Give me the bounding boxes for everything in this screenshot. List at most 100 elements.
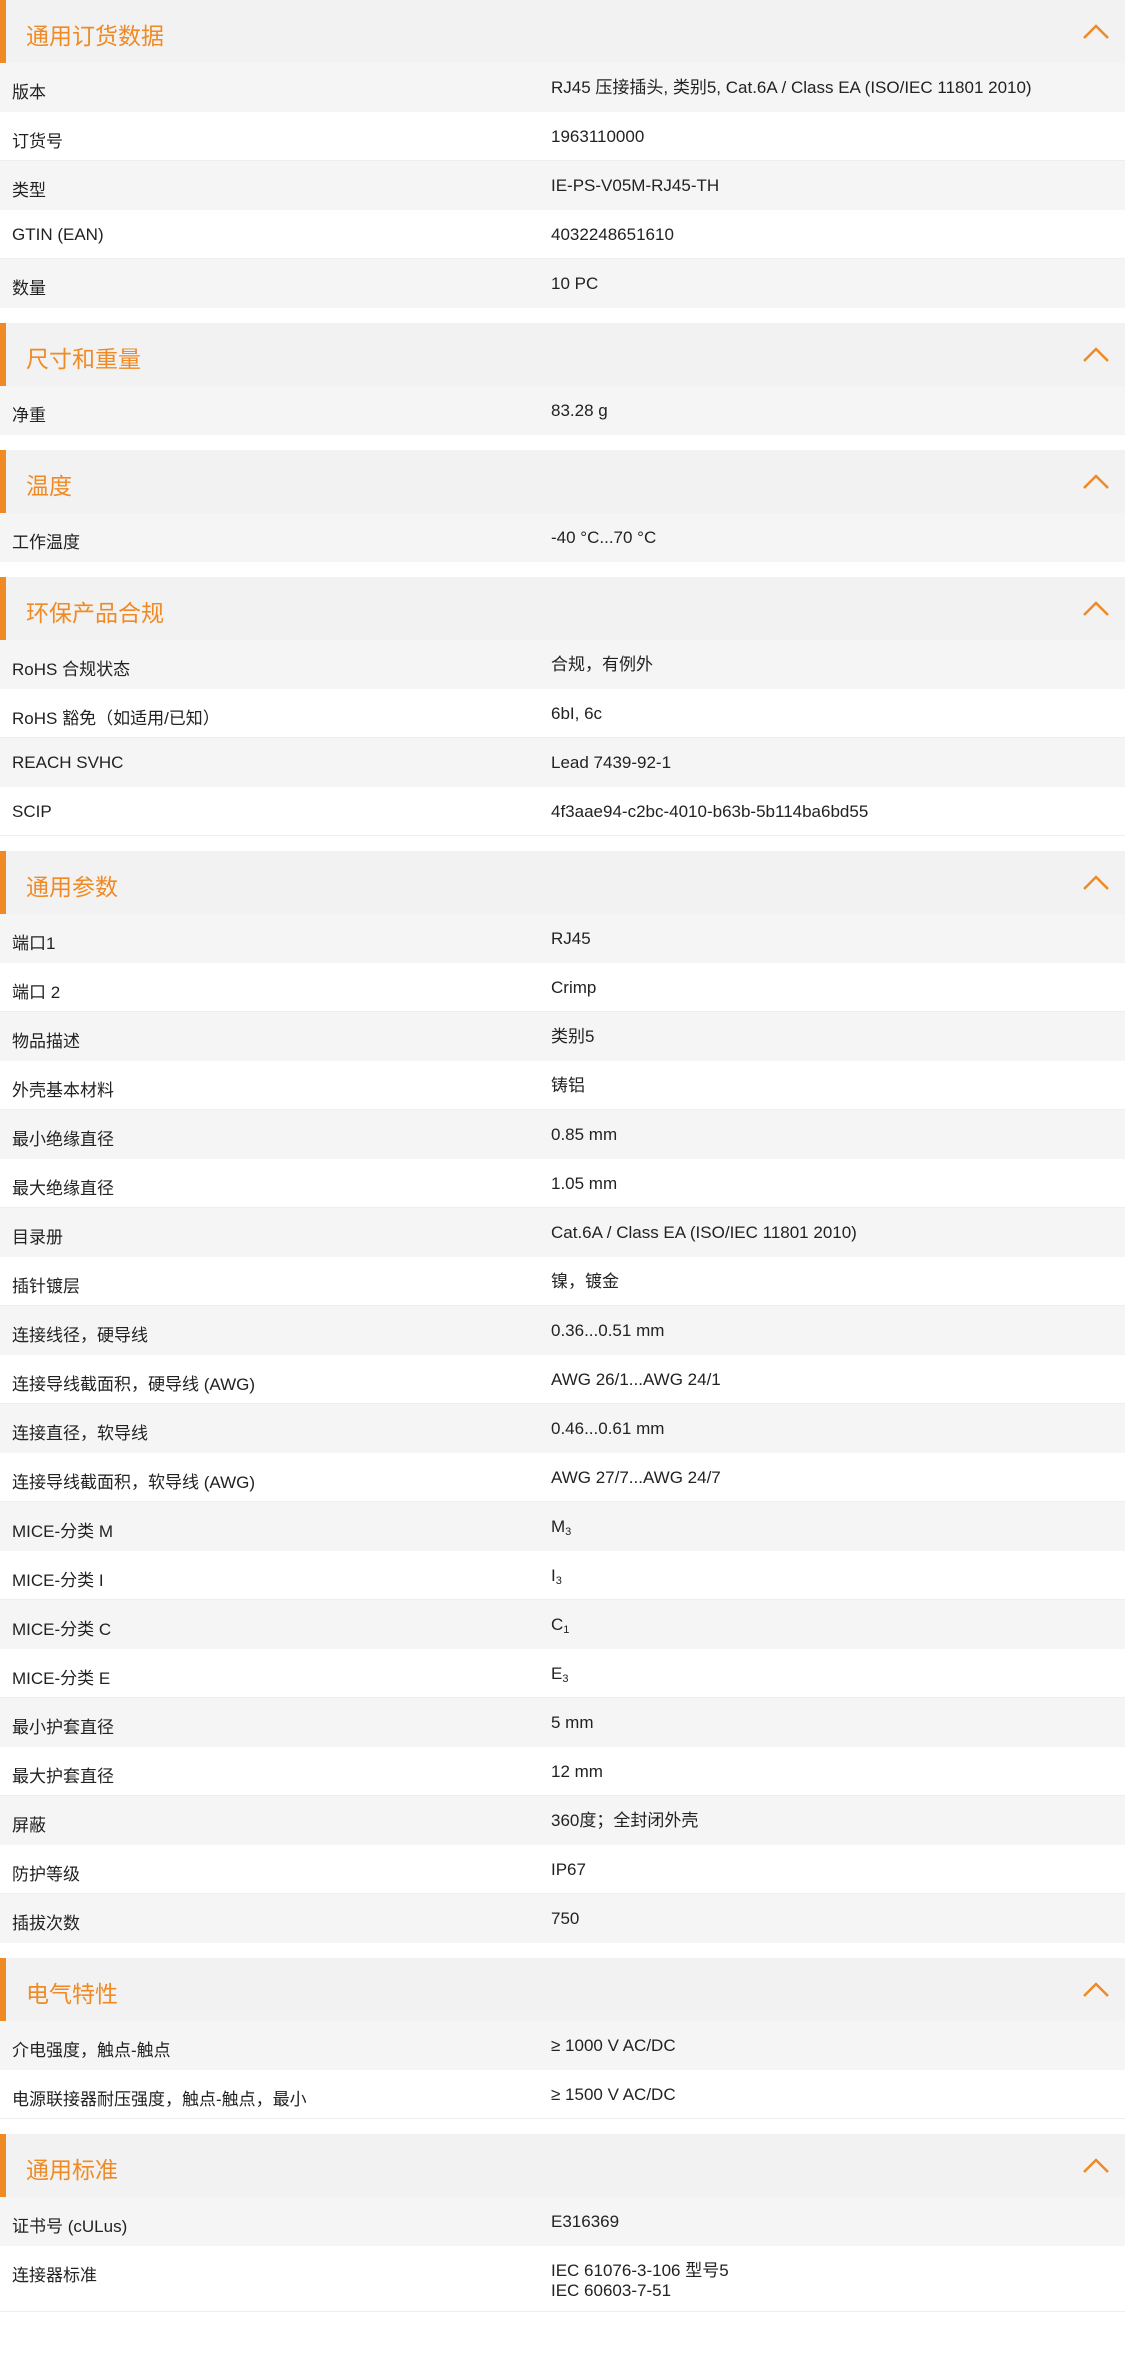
spec-label: GTIN (EAN) bbox=[12, 225, 104, 244]
spec-row: 证书号 (cULus) E316369 bbox=[0, 2197, 1125, 2246]
spec-value: I3 bbox=[551, 1566, 562, 1587]
spec-label: 介电强度，触点-触点 bbox=[12, 2041, 171, 2060]
spec-value: 类别5 bbox=[551, 1027, 595, 1046]
spec-value: IEC 61076-3-106 型号5 IEC 60603-7-51 bbox=[551, 2261, 729, 2301]
spec-label: 目录册 bbox=[12, 1228, 63, 1247]
spec-value-main: E bbox=[551, 1664, 563, 1683]
spec-label: 连接线径，硬导线 bbox=[12, 1326, 148, 1345]
spec-label: 屏蔽 bbox=[12, 1816, 46, 1835]
spec-row: 连接导线截面积，硬导线 (AWG) AWG 26/1...AWG 24/1 bbox=[0, 1355, 1125, 1404]
chevron-up-icon[interactable] bbox=[1081, 22, 1111, 42]
spec-row: 目录册 Cat.6A / Class EA (ISO/IEC 11801 2010… bbox=[0, 1208, 1125, 1257]
spec-value: 750 bbox=[551, 1909, 580, 1928]
spec-label: 净重 bbox=[12, 406, 46, 425]
spec-label: 电源联接器耐压强度，触点-触点，最小 bbox=[12, 2090, 307, 2109]
spec-label: MICE-分类 C bbox=[12, 1620, 112, 1639]
spec-value: 83.28 g bbox=[551, 401, 608, 420]
spec-label: RoHS 合规状态 bbox=[12, 660, 131, 679]
spec-row: 最小护套直径 5 mm bbox=[0, 1698, 1125, 1747]
section-header[interactable]: 通用标准 bbox=[0, 2134, 1125, 2197]
spec-row: GTIN (EAN) 4032248651610 bbox=[0, 210, 1125, 259]
spec-value: AWG 27/7...AWG 24/7 bbox=[551, 1468, 721, 1487]
spec-label: 证书号 (cULus) bbox=[12, 2217, 128, 2236]
section-header[interactable]: 通用订货数据 bbox=[0, 0, 1125, 63]
spec-row: REACH SVHC Lead 7439-92-1 bbox=[0, 738, 1125, 787]
spec-row: 物品描述 类别5 bbox=[0, 1012, 1125, 1061]
spec-value: Cat.6A / Class EA (ISO/IEC 11801 2010) bbox=[551, 1223, 857, 1242]
spec-row: 插针镀层 镍，镀金 bbox=[0, 1257, 1125, 1306]
spec-row: 电源联接器耐压强度，触点-触点，最小 ≥ 1500 V AC/DC bbox=[0, 2070, 1125, 2119]
spec-value-subscript: 3 bbox=[565, 1526, 572, 1538]
spec-value: M3 bbox=[551, 1517, 572, 1538]
spec-row: RoHS 合规状态 合规，有例外 bbox=[0, 640, 1125, 689]
spec-value-line: IEC 61076-3-106 型号5 bbox=[551, 2261, 729, 2280]
spec-row: 数量 10 PC bbox=[0, 259, 1125, 308]
spec-row: 外壳基本材料 铸铝 bbox=[0, 1061, 1125, 1110]
spec-value: 5 mm bbox=[551, 1713, 594, 1732]
spec-value: 12 mm bbox=[551, 1762, 603, 1781]
spec-label: 防护等级 bbox=[12, 1865, 80, 1884]
chevron-up-icon[interactable] bbox=[1081, 1980, 1111, 2000]
spec-value: 铸铝 bbox=[551, 1076, 585, 1095]
section-header[interactable]: 尺寸和重量 bbox=[0, 323, 1125, 386]
section-header[interactable]: 环保产品合规 bbox=[0, 577, 1125, 640]
section-title: 通用订货数据 bbox=[26, 23, 164, 49]
spec-value: ≥ 1000 V AC/DC bbox=[551, 2036, 676, 2055]
spec-label: 插拔次数 bbox=[12, 1914, 80, 1933]
spec-value: 0.36...0.51 mm bbox=[551, 1321, 665, 1340]
spec-value: C1 bbox=[551, 1615, 569, 1636]
spec-row: 最小绝缘直径 0.85 mm bbox=[0, 1110, 1125, 1159]
spec-label: 插针镀层 bbox=[12, 1277, 80, 1296]
chevron-up-icon[interactable] bbox=[1081, 599, 1111, 619]
spec-row: 净重 83.28 g bbox=[0, 386, 1125, 435]
section-title: 温度 bbox=[26, 473, 72, 499]
spec-label: 最大绝缘直径 bbox=[12, 1179, 114, 1198]
spec-row: MICE-分类 I I3 bbox=[0, 1551, 1125, 1600]
section-title: 环保产品合规 bbox=[26, 600, 164, 626]
spec-row: 类型 IE-PS-V05M-RJ45-TH bbox=[0, 161, 1125, 210]
spec-row: 端口 2 Crimp bbox=[0, 963, 1125, 1012]
section-header[interactable]: 温度 bbox=[0, 450, 1125, 513]
spec-row: 防护等级 IP67 bbox=[0, 1845, 1125, 1894]
chevron-up-icon[interactable] bbox=[1081, 873, 1111, 893]
spec-row: SCIP 4f3aae94-c2bc-4010-b63b-5b114ba6bd55 bbox=[0, 787, 1125, 836]
chevron-up-icon[interactable] bbox=[1081, 345, 1111, 365]
spec-value: RJ45 bbox=[551, 929, 591, 948]
spec-row: 订货号 1963110000 bbox=[0, 112, 1125, 161]
section-header[interactable]: 电气特性 bbox=[0, 1958, 1125, 2021]
spec-row: 介电强度，触点-触点 ≥ 1000 V AC/DC bbox=[0, 2021, 1125, 2070]
spec-value: 360度；全封闭外壳 bbox=[551, 1811, 699, 1830]
spec-value: E3 bbox=[551, 1664, 569, 1685]
chevron-up-icon[interactable] bbox=[1081, 2156, 1111, 2176]
spec-row: 连接线径，硬导线 0.36...0.51 mm bbox=[0, 1306, 1125, 1355]
spec-row: 最大绝缘直径 1.05 mm bbox=[0, 1159, 1125, 1208]
spec-label: 最小护套直径 bbox=[12, 1718, 114, 1737]
spec-value: 4f3aae94-c2bc-4010-b63b-5b114ba6bd55 bbox=[551, 802, 869, 821]
chevron-up-icon[interactable] bbox=[1081, 472, 1111, 492]
spec-value: 1963110000 bbox=[551, 127, 645, 146]
spec-label: 数量 bbox=[12, 279, 46, 298]
spec-value-main: M bbox=[551, 1517, 566, 1536]
spec-label: SCIP bbox=[12, 802, 52, 821]
spec-value: 4032248651610 bbox=[551, 225, 674, 244]
spec-label: 订货号 bbox=[12, 132, 63, 151]
spec-row: MICE-分类 C C1 bbox=[0, 1600, 1125, 1649]
spec-value-subscript: 3 bbox=[562, 1673, 569, 1685]
spec-label: 连接导线截面积，硬导线 (AWG) bbox=[12, 1375, 256, 1394]
spec-value: 1.05 mm bbox=[551, 1174, 618, 1193]
section-title: 电气特性 bbox=[26, 1981, 118, 2007]
spec-row: 工作温度 -40 °C...70 °C bbox=[0, 513, 1125, 562]
spec-value: ≥ 1500 V AC/DC bbox=[551, 2085, 676, 2104]
section-header[interactable]: 通用参数 bbox=[0, 851, 1125, 914]
spec-label: 端口 2 bbox=[12, 983, 61, 1002]
section-title: 通用参数 bbox=[26, 874, 118, 900]
spec-value-main: C bbox=[551, 1615, 564, 1634]
spec-label: 最小绝缘直径 bbox=[12, 1130, 114, 1149]
spec-label: 工作温度 bbox=[12, 533, 80, 552]
section-title: 尺寸和重量 bbox=[26, 346, 141, 372]
spec-row: 端口1 RJ45 bbox=[0, 914, 1125, 963]
spec-label: 连接导线截面积，软导线 (AWG) bbox=[12, 1473, 256, 1492]
spec-label: REACH SVHC bbox=[12, 753, 124, 772]
spec-row: MICE-分类 E E3 bbox=[0, 1649, 1125, 1698]
spec-value: Crimp bbox=[551, 978, 597, 997]
